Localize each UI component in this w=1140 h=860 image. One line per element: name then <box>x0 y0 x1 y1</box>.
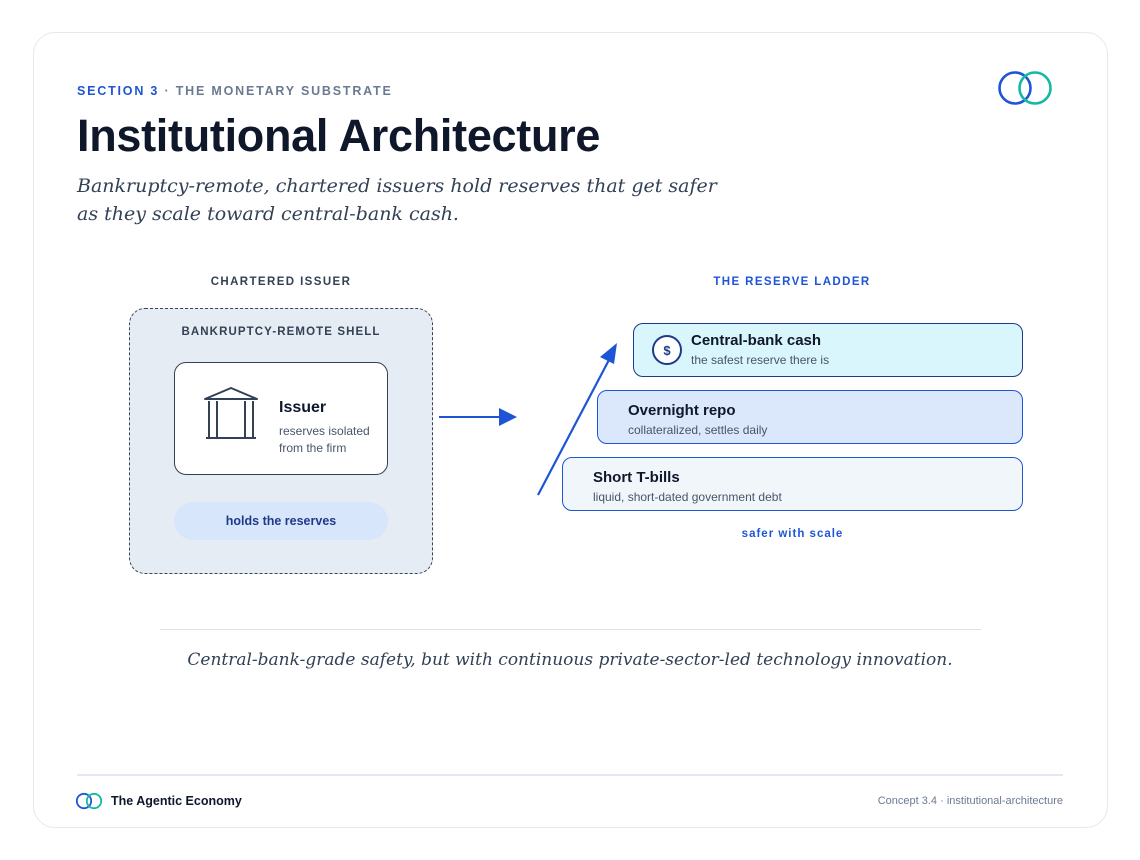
rung-subtitle: the safest reserve there is <box>691 353 830 367</box>
shell-label: BANKRUPTCY-REMOTE SHELL <box>181 326 381 338</box>
rung-title: Overnight repo <box>628 402 736 419</box>
ladder-rung-overnight-repo: Overnight repo collateralized, settles d… <box>597 390 1023 444</box>
issuer-subtitle: reserves isolated from the firm <box>279 424 370 455</box>
ladder-rung-short-t-bills: Short T-bills liquid, short-dated govern… <box>562 457 1023 511</box>
footer-divider <box>77 774 1063 776</box>
issuer-box: Issuer reserves isolated from the firm <box>174 362 388 475</box>
issuer-to-ladder-arrow <box>439 408 517 426</box>
footer-brand: The Agentic Economy <box>111 794 242 808</box>
ladder-column-label: THE RESERVE LADDER <box>713 276 871 288</box>
tagline: Central-bank-grade safety, but with cont… <box>187 650 953 670</box>
bank-building-icon <box>204 387 258 439</box>
brand-rings-icon <box>998 71 1052 105</box>
footer-reference: Concept 3.4 · institutional-architecture <box>877 795 1063 807</box>
holds-reserves-pill: holds the reserves <box>174 502 388 540</box>
dollar-icon: $ <box>652 335 682 365</box>
page-subtitle: Bankruptcy-remote, chartered issuers hol… <box>77 175 717 225</box>
rung-title: Central-bank cash <box>691 332 822 349</box>
ladder-caption: safer with scale <box>741 528 844 540</box>
issuer-title: Issuer <box>279 399 327 416</box>
section-label: SECTION 3 <box>77 84 160 98</box>
section-eyebrow: SECTION 3 · THE MONETARY SUBSTRATE <box>77 84 393 98</box>
ladder-rung-central-bank-cash: $ Central-bank cash the safest reserve t… <box>633 323 1023 377</box>
section-name: THE MONETARY SUBSTRATE <box>175 84 393 98</box>
page-title: Institutional Architecture <box>77 110 601 161</box>
rung-subtitle: collateralized, settles daily <box>628 423 768 437</box>
rung-subtitle: liquid, short-dated government debt <box>593 490 782 504</box>
bankruptcy-remote-shell: BANKRUPTCY-REMOTE SHELL Issuer reserves … <box>129 308 433 574</box>
footer-rings-icon <box>75 792 103 810</box>
section-separator: · <box>159 84 176 98</box>
issuer-column-label: CHARTERED ISSUER <box>210 276 352 288</box>
rung-title: Short T-bills <box>593 469 680 486</box>
section-divider <box>160 629 981 630</box>
